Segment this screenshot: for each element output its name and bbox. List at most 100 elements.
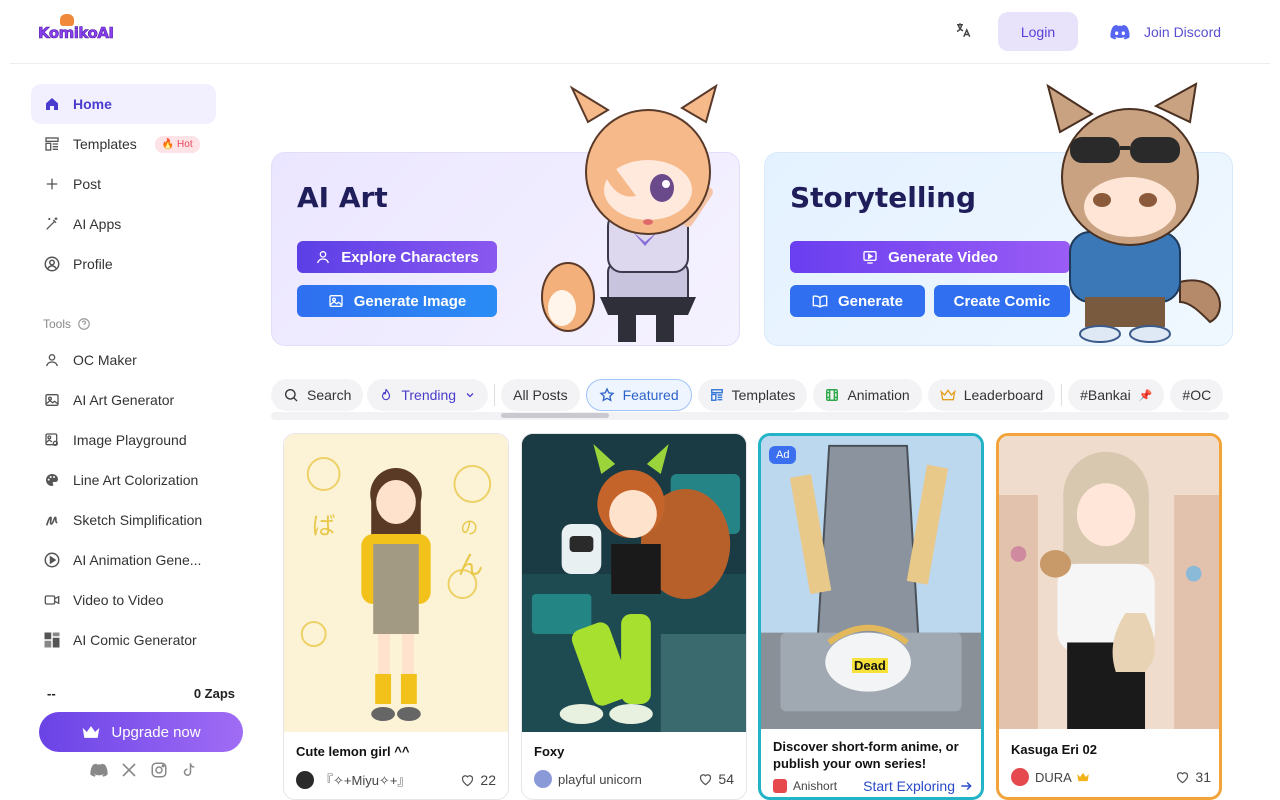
user-icon — [43, 351, 61, 369]
arrow-right-icon — [961, 781, 972, 791]
post-card-kasuga-eri[interactable]: Kasuga Eri 02 DURA 31 — [996, 433, 1222, 800]
trending-dropdown[interactable]: Trending — [367, 379, 489, 411]
author-name[interactable]: 『✧+Miyu✧+』 — [320, 770, 410, 789]
x-twitter-icon[interactable] — [120, 761, 138, 779]
post-title: Foxy — [534, 744, 565, 759]
tag-oc-label: #OC — [1182, 387, 1212, 403]
like-button[interactable]: 31 — [1175, 769, 1211, 785]
film-icon — [826, 389, 839, 401]
user-icon — [317, 251, 330, 264]
instagram-icon[interactable] — [150, 761, 168, 779]
like-count: 31 — [1195, 769, 1211, 785]
book-icon — [812, 295, 828, 308]
tool-image-playground[interactable]: Image Playground — [31, 420, 231, 460]
star-icon — [599, 387, 615, 402]
start-exploring-link[interactable]: Start Exploring — [863, 778, 973, 794]
sidebar-item-profile[interactable]: Profile — [31, 244, 216, 284]
tool-ai-comic-generator[interactable]: AI Comic Generator — [31, 620, 231, 660]
explore-characters-label: Explore Characters — [341, 248, 479, 266]
heart-icon — [462, 774, 474, 786]
crown-badge-icon — [1077, 772, 1089, 782]
tool-sketch-simplification[interactable]: Sketch Simplification — [31, 500, 231, 540]
tool-label: Image Playground — [73, 432, 187, 448]
komiko-logo[interactable]: KomikoAI — [38, 14, 114, 46]
crown-icon — [83, 726, 100, 738]
author-name[interactable]: DURA — [1035, 770, 1072, 785]
ad-card-anishort[interactable]: Ad Dead Discover short-form anime, or pu… — [758, 433, 984, 800]
feed-filter-bar: Search Trending All Posts Featured Templ… — [271, 378, 1229, 412]
sidebar-item-ai-apps[interactable]: AI Apps — [31, 204, 216, 244]
author-avatar[interactable] — [296, 770, 314, 789]
sidebar-item-label: Home — [73, 96, 112, 112]
login-button[interactable]: Login — [998, 12, 1078, 51]
generate-image-button[interactable]: Generate Image — [297, 285, 497, 317]
filter-scrollbar[interactable] — [271, 412, 1229, 420]
tab-all-posts[interactable]: All Posts — [501, 379, 580, 411]
play-icon — [43, 551, 61, 569]
magic-wand-icon — [43, 215, 61, 233]
tool-video-to-video[interactable]: Video to Video — [31, 580, 231, 620]
discord-social-icon[interactable] — [90, 761, 108, 779]
tab-animation[interactable]: Animation — [813, 379, 922, 411]
upgrade-label: Upgrade now — [111, 723, 201, 741]
like-button[interactable]: 22 — [460, 772, 496, 788]
chevron-down-icon — [466, 393, 474, 398]
author-avatar[interactable] — [534, 770, 552, 788]
ad-badge: Ad — [769, 446, 797, 464]
like-count: 22 — [480, 771, 496, 788]
tab-templates[interactable]: Templates — [697, 379, 808, 411]
explore-characters-button[interactable]: Explore Characters — [297, 241, 497, 273]
post-meta: playful unicorn 54 — [534, 770, 734, 788]
social-links — [90, 761, 198, 779]
templates-icon — [710, 389, 723, 401]
author-name[interactable]: playful unicorn — [558, 772, 642, 787]
post-card-lemon-girl[interactable]: ば の ん Cute lemon girl ^^ 『✧+Miyu✧+』 22 — [283, 433, 509, 800]
all-posts-label: All Posts — [513, 387, 568, 403]
post-card-foxy[interactable]: Foxy playful unicorn 54 — [521, 433, 747, 800]
generate-story-button[interactable]: Generate — [790, 285, 925, 317]
tool-ai-art-generator[interactable]: AI Art Generator — [31, 380, 231, 420]
image-playground-icon — [43, 431, 61, 449]
generate-video-button[interactable]: Generate Video — [790, 241, 1070, 273]
tool-label: AI Comic Generator — [73, 632, 197, 648]
zaps-row: -- 0 Zaps — [47, 686, 235, 701]
sidebar-item-label: Profile — [73, 256, 113, 272]
author-avatar[interactable] — [1011, 768, 1029, 786]
sidebar-item-templates[interactable]: Templates 🔥 Hot — [31, 124, 216, 164]
tool-line-art-colorization[interactable]: Line Art Colorization — [31, 460, 231, 500]
tab-featured[interactable]: Featured — [585, 379, 692, 411]
translate-icon[interactable] — [952, 21, 974, 43]
tiktok-icon[interactable] — [180, 761, 198, 779]
pin-icon: 📌 — [1138, 389, 1153, 402]
tool-ai-animation[interactable]: AI Animation Gene... — [31, 540, 231, 580]
top-header: KomikoAI Login Join Discord — [10, 0, 1270, 64]
scrollbar-thumb[interactable] — [501, 413, 609, 418]
tool-oc-maker[interactable]: OC Maker — [31, 340, 231, 380]
search-pill[interactable]: Search — [271, 379, 364, 411]
sidebar-item-post[interactable]: Post — [31, 164, 216, 204]
post-image — [522, 434, 746, 732]
discord-label: Join Discord — [1144, 24, 1222, 40]
start-exploring-label: Start Exploring — [863, 778, 955, 794]
filter-separator — [494, 384, 496, 406]
like-button[interactable]: 54 — [698, 771, 734, 787]
join-discord-link[interactable]: Join Discord — [1110, 20, 1221, 44]
tag-oc[interactable]: #OC — [1170, 379, 1224, 411]
home-icon — [43, 95, 61, 113]
zaps-placeholder: -- — [47, 686, 56, 701]
tag-bankai[interactable]: #Bankai 📌 — [1068, 379, 1165, 411]
svg-text:の: の — [460, 518, 478, 539]
ai-art-title: AI Art — [297, 181, 388, 214]
help-icon[interactable] — [77, 317, 91, 331]
tool-label: AI Art Generator — [73, 392, 175, 408]
sidebar-item-label: AI Apps — [73, 216, 122, 232]
plus-icon — [43, 175, 61, 193]
tab-leaderboard[interactable]: Leaderboard — [927, 379, 1056, 411]
upgrade-now-button[interactable]: Upgrade now — [39, 712, 243, 752]
dead-caption: Dead — [852, 658, 888, 673]
sidebar-item-home[interactable]: Home — [31, 84, 216, 124]
post-title: Kasuga Eri 02 — [1011, 742, 1097, 757]
fox-girl-mascot-image — [541, 83, 718, 342]
templates-icon — [43, 135, 61, 153]
generate-label: Generate — [837, 292, 904, 310]
